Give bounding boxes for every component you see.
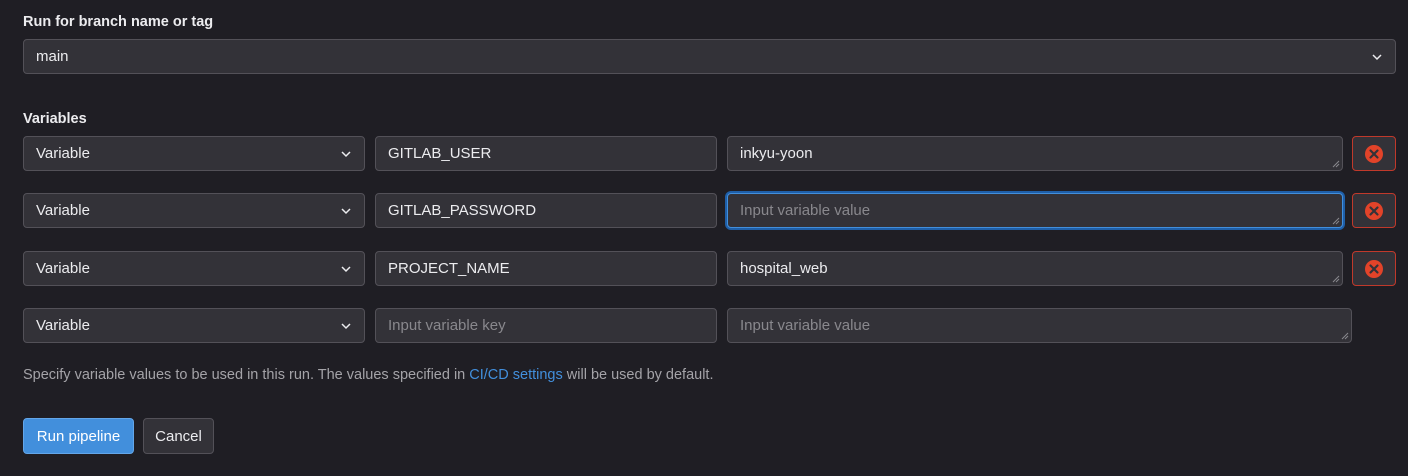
resize-grip-icon[interactable] xyxy=(1332,275,1340,283)
chevron-down-icon xyxy=(341,322,351,329)
chevron-down-icon xyxy=(341,207,351,214)
help-text-start: Specify variable values to be used in th… xyxy=(23,367,470,383)
chevron-down-icon xyxy=(1372,53,1382,60)
variable-key-input[interactable]: PROJECT_NAME xyxy=(375,251,717,286)
cancel-button[interactable]: Cancel xyxy=(143,418,214,454)
variable-value-text: inkyu-yoon xyxy=(740,145,813,162)
variable-type-value: Variable xyxy=(36,202,90,219)
remove-variable-button[interactable] xyxy=(1352,193,1396,228)
variable-type-value: Variable xyxy=(36,145,90,162)
chevron-down-icon xyxy=(341,150,351,157)
variable-key-placeholder: Input variable key xyxy=(388,317,506,334)
variable-type-select[interactable]: Variable xyxy=(23,251,365,286)
branch-label: Run for branch name or tag xyxy=(23,14,214,30)
variable-type-value: Variable xyxy=(36,260,90,277)
remove-variable-button[interactable] xyxy=(1352,251,1396,286)
branch-select-value: main xyxy=(36,48,69,65)
variable-value-input[interactable]: hospital_web xyxy=(727,251,1343,286)
variable-type-select[interactable]: Variable xyxy=(23,193,365,228)
variable-value-placeholder: Input variable value xyxy=(740,202,871,219)
variable-key-input[interactable]: GITLAB_PASSWORD xyxy=(375,193,717,228)
run-pipeline-button[interactable]: Run pipeline xyxy=(23,418,134,454)
variable-key-value: PROJECT_NAME xyxy=(388,260,510,277)
variable-key-input[interactable]: GITLAB_USER xyxy=(375,136,717,171)
help-text-end: will be used by default. xyxy=(562,367,714,383)
variable-key-input[interactable]: Input variable key xyxy=(375,308,717,343)
chevron-down-icon xyxy=(341,265,351,272)
remove-circle-icon xyxy=(1365,259,1383,278)
resize-grip-icon[interactable] xyxy=(1341,332,1349,340)
variable-value-placeholder: Input variable value xyxy=(740,317,871,334)
variable-type-value: Variable xyxy=(36,317,90,334)
remove-circle-icon xyxy=(1365,201,1383,220)
remove-circle-icon xyxy=(1365,144,1383,163)
variable-value-input[interactable]: Input variable value xyxy=(727,193,1343,228)
resize-grip-icon[interactable] xyxy=(1332,217,1340,225)
variable-value-input[interactable]: Input variable value xyxy=(727,308,1352,343)
remove-variable-button[interactable] xyxy=(1352,136,1396,171)
branch-select[interactable]: main xyxy=(23,39,1396,74)
resize-grip-icon[interactable] xyxy=(1332,160,1340,168)
variable-key-value: GITLAB_PASSWORD xyxy=(388,202,537,219)
cicd-settings-link[interactable]: CI/CD settings xyxy=(469,367,562,383)
variable-value-input[interactable]: inkyu-yoon xyxy=(727,136,1343,171)
variable-type-select[interactable]: Variable xyxy=(23,136,365,171)
variable-key-value: GITLAB_USER xyxy=(388,145,492,162)
variables-label: Variables xyxy=(23,111,87,127)
variables-help-text: Specify variable values to be used in th… xyxy=(23,367,713,383)
variable-type-select[interactable]: Variable xyxy=(23,308,365,343)
variable-value-text: hospital_web xyxy=(740,260,828,277)
